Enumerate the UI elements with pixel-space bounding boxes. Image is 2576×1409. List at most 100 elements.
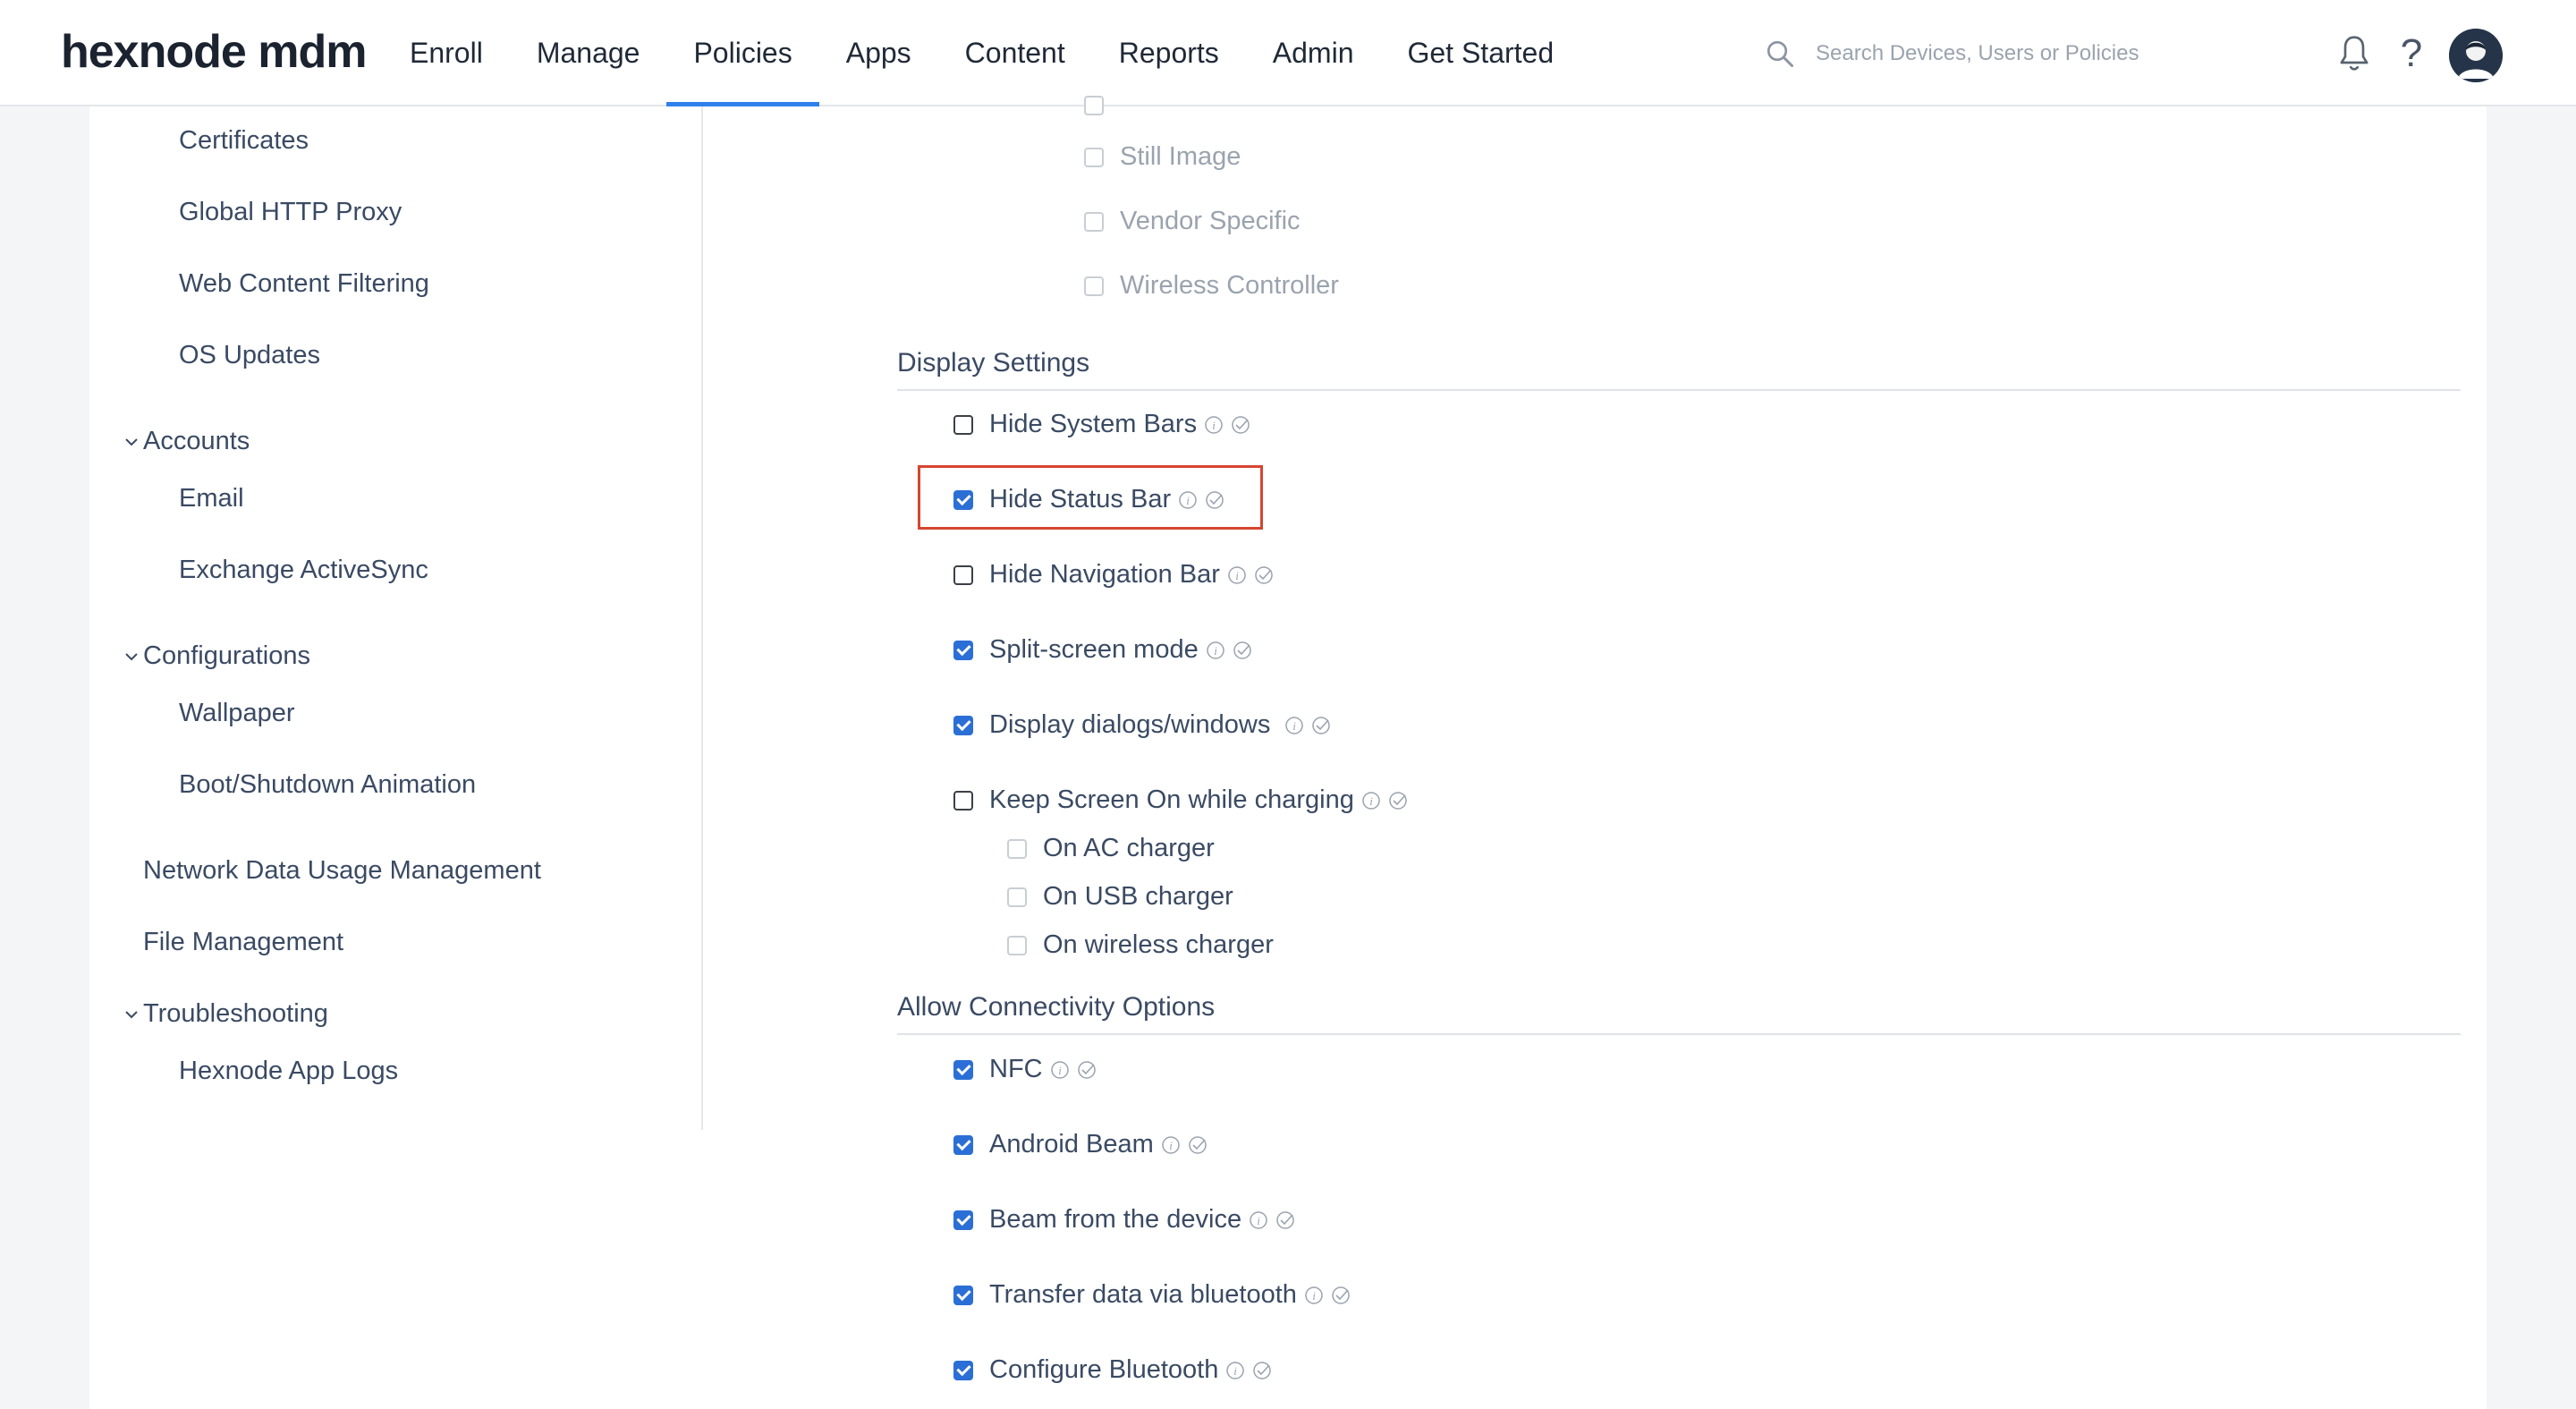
info-icon[interactable]: i [1178, 490, 1198, 510]
info-icon[interactable]: i [1304, 1286, 1324, 1305]
checkbox-usb-charger[interactable] [1007, 887, 1027, 907]
sidebar-item-wallpaper[interactable]: Wallpaper [179, 699, 294, 728]
check-circle-icon [1389, 791, 1407, 810]
checkbox-display-dialogs-windows[interactable] [953, 715, 973, 735]
nav-get-started[interactable]: Get Started [1380, 0, 1580, 106]
checkbox-transfer-data-bluetooth[interactable] [953, 1285, 973, 1305]
suboption-wireless-charger: On wireless charger [1007, 930, 1274, 960]
option-split-screen-mode: Split-screen mode i [953, 635, 1252, 665]
checkbox-split-screen-mode[interactable] [953, 640, 973, 660]
check-circle-icon [1276, 1210, 1294, 1229]
sidebar-item-global-http-proxy[interactable]: Global HTTP Proxy [179, 198, 402, 227]
sidebar-item-boot-shutdown-animation[interactable]: Boot/Shutdown Animation [179, 770, 476, 800]
checkbox-beam-from-device[interactable] [953, 1210, 973, 1230]
info-icon[interactable]: i [1249, 1210, 1268, 1230]
nav-apps[interactable]: Apps [819, 0, 938, 106]
check-circle-icon [1255, 565, 1273, 584]
checkbox-configure-bluetooth[interactable] [953, 1360, 973, 1380]
hexnode-logo[interactable]: hexnode mdm [61, 25, 367, 79]
sidebar-group-accounts[interactable]: Accounts [122, 427, 250, 456]
info-icon[interactable]: i [1284, 716, 1304, 735]
option-transfer-data-bluetooth: Transfer data via bluetooth i [953, 1280, 1351, 1310]
sidebar-group-configurations[interactable]: Configurations [122, 641, 310, 671]
sidebar-item-certificates[interactable]: Certificates [179, 126, 309, 156]
usb-class-row: Wireless Controller [1084, 271, 1339, 301]
checkbox-nfc[interactable] [953, 1059, 973, 1080]
info-icon[interactable]: i [1050, 1060, 1070, 1080]
suboption-ac-charger: On AC charger [1007, 834, 1215, 863]
sidebar-item-exchange-activesync[interactable]: Exchange ActiveSync [179, 556, 428, 585]
info-icon[interactable]: i [1204, 415, 1224, 435]
sidebar-item-web-content-filtering[interactable]: Web Content Filtering [179, 269, 429, 299]
option-label: On AC charger [1043, 834, 1215, 862]
option-label: Still Image [1120, 142, 1241, 171]
checkbox-hide-system-bars[interactable] [953, 414, 973, 435]
checkbox-keep-screen-on[interactable] [953, 790, 973, 811]
info-icon[interactable]: i [1161, 1135, 1181, 1155]
chevron-down-icon [125, 437, 138, 446]
search-icon[interactable] [1764, 38, 1796, 70]
avatar[interactable] [2449, 29, 2503, 82]
option-label: Configure Bluetooth [989, 1355, 1219, 1384]
check-circle-icon [1253, 1361, 1272, 1379]
help-icon[interactable]: ? [2390, 29, 2433, 79]
nav-enroll[interactable]: Enroll [383, 0, 510, 106]
checkbox-hide-status-bar[interactable] [953, 489, 973, 510]
check-circle-icon [1233, 641, 1251, 659]
svg-text:i: i [1169, 1139, 1173, 1152]
sidebar-group-label: Configurations [143, 641, 310, 670]
option-label: NFC [989, 1055, 1043, 1083]
checkbox-hide-navigation-bar[interactable] [953, 564, 973, 585]
checkbox[interactable] [1084, 147, 1104, 167]
info-icon[interactable]: i [1361, 791, 1381, 811]
check-circle-icon [1189, 1135, 1207, 1154]
checkbox[interactable] [1084, 96, 1104, 115]
check-circle-icon [1332, 1286, 1350, 1304]
option-label: Transfer data via bluetooth [989, 1280, 1297, 1309]
option-hide-status-bar: Hide Status Bar i [953, 485, 1224, 514]
sidebar-item-hexnode-app-logs[interactable]: Hexnode App Logs [179, 1057, 398, 1086]
sidebar-group-label: Troubleshooting [143, 999, 328, 1028]
sidebar-item-email[interactable]: Email [179, 484, 244, 514]
option-hide-navigation-bar: Hide Navigation Bar i [953, 560, 1274, 590]
section-title-connectivity: Allow Connectivity Options [897, 992, 2461, 1035]
search-input[interactable] [1814, 40, 2193, 67]
option-label: Display dialogs/windows [989, 710, 1271, 739]
option-hide-system-bars: Hide System Bars i [953, 410, 1250, 439]
sidebar-group-troubleshooting[interactable]: Troubleshooting [122, 999, 328, 1029]
svg-text:i: i [1235, 569, 1239, 582]
svg-text:i: i [1293, 719, 1297, 733]
svg-text:i: i [1214, 644, 1217, 658]
option-label: Wireless Controller [1120, 271, 1339, 300]
option-keep-screen-on: Keep Screen On while charging i [953, 785, 1408, 815]
svg-text:i: i [1186, 494, 1190, 507]
checkbox-android-beam[interactable] [953, 1134, 973, 1155]
sidebar-item-os-updates[interactable]: OS Updates [179, 341, 320, 370]
bell-icon[interactable] [2333, 29, 2376, 79]
section-title-display-settings: Display Settings [897, 348, 2461, 391]
checkbox[interactable] [1084, 276, 1104, 296]
option-configure-bluetooth: Configure Bluetooth i [953, 1355, 1272, 1385]
svg-text:i: i [1257, 1214, 1260, 1227]
nav-manage[interactable]: Manage [510, 0, 667, 106]
checkbox-wireless-charger[interactable] [1007, 935, 1027, 955]
option-label: Hide Navigation Bar [989, 560, 1220, 589]
option-label: Hide Status Bar [989, 485, 1172, 514]
main-nav: Enroll Manage Policies Apps Content Repo… [383, 0, 1580, 106]
sidebar-item-file-management[interactable]: File Management [143, 928, 343, 957]
usb-class-row [1084, 96, 1120, 115]
nav-content[interactable]: Content [938, 0, 1092, 106]
svg-text:i: i [1312, 1289, 1316, 1303]
checkbox[interactable] [1084, 211, 1104, 232]
nav-policies[interactable]: Policies [666, 0, 819, 106]
option-label: Split-screen mode [989, 635, 1199, 664]
nav-admin[interactable]: Admin [1246, 0, 1381, 106]
nav-reports[interactable]: Reports [1092, 0, 1246, 106]
info-icon[interactable]: i [1225, 1361, 1245, 1380]
info-icon[interactable]: i [1206, 641, 1225, 660]
sidebar-item-network-data-usage[interactable]: Network Data Usage Management [143, 856, 541, 886]
checkbox-ac-charger[interactable] [1007, 838, 1027, 859]
usb-class-row: Vendor Specific [1084, 207, 1301, 236]
search-bar [1764, 36, 2193, 72]
info-icon[interactable]: i [1227, 565, 1247, 585]
